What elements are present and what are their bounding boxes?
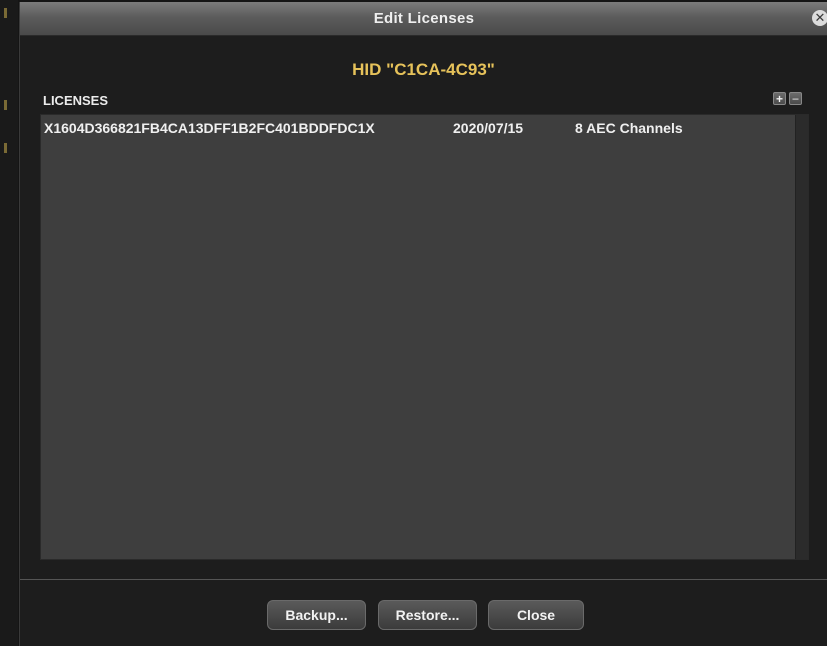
dialog-title: Edit Licenses [373, 10, 475, 27]
background-marker [4, 143, 7, 153]
backup-button[interactable]: Backup... [267, 600, 366, 630]
background-marker [4, 100, 7, 110]
license-description: 8 AEC Channels [575, 120, 683, 136]
background-marker [4, 8, 7, 18]
list-scrollbar[interactable] [795, 115, 808, 559]
footer-divider [20, 579, 827, 580]
license-row[interactable]: X1604D366821FB4CA13DFF1B2FC401BDDFDC1X 2… [41, 118, 798, 138]
close-icon[interactable]: ✕ [812, 10, 827, 26]
license-date: 2020/07/15 [453, 120, 524, 136]
close-button[interactable]: Close [488, 600, 584, 630]
dialog-titlebar[interactable]: Edit Licenses ✕ [20, 2, 827, 36]
hid-identifier: HID "C1CA-4C93" [352, 60, 495, 79]
license-key: X1604D366821FB4CA13DFF1B2FC401BDDFDC1X [44, 120, 375, 136]
restore-button[interactable]: Restore... [378, 600, 477, 630]
background-app-edge [0, 0, 18, 646]
add-license-icon[interactable]: + [773, 92, 786, 105]
edit-licenses-dialog: Edit Licenses ✕ HID "C1CA-4C93" LICENSES… [19, 2, 827, 646]
licenses-section-label: LICENSES [43, 93, 109, 108]
licenses-list[interactable]: X1604D366821FB4CA13DFF1B2FC401BDDFDC1X 2… [40, 114, 809, 560]
remove-license-icon[interactable]: − [789, 92, 802, 105]
